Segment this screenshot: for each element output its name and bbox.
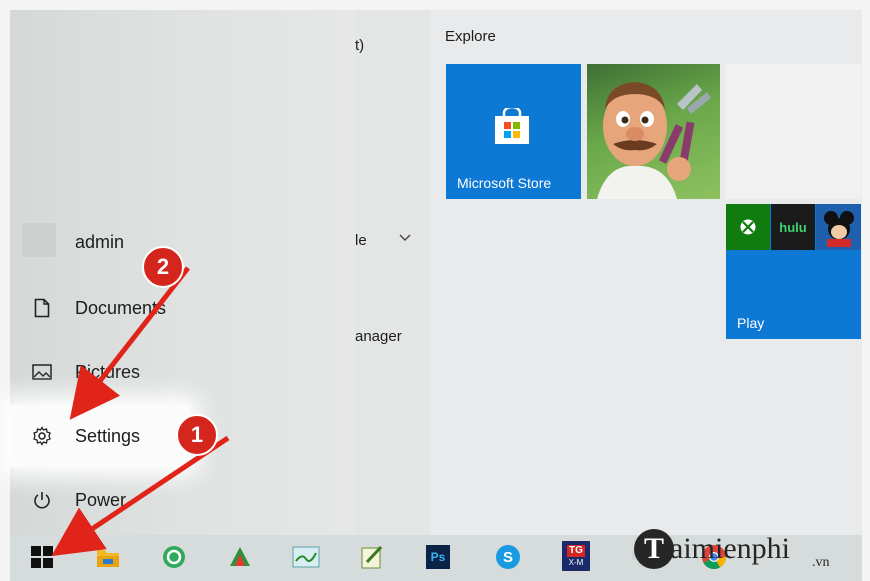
step-badge-1: 1 <box>176 414 218 456</box>
annotation-arrows <box>51 266 230 557</box>
step-badge-2: 2 <box>142 246 184 288</box>
arrow-to-settings <box>69 266 190 420</box>
